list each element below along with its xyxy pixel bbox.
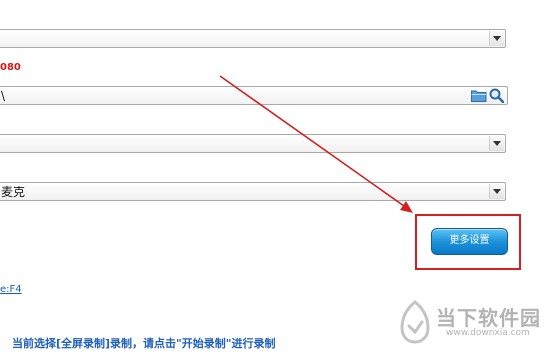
status-message: 当前选择[全屏录制]录制，请点击"开始录制"进行录制 (12, 337, 276, 350)
watermark-url: www.downxia.com (446, 328, 530, 338)
watermark-title: 当下软件园 (436, 306, 541, 330)
watermark: 当下软件园 www.downxia.com (398, 300, 548, 348)
hotkey-link[interactable]: e:F4 (0, 284, 22, 295)
watermark-logo-icon (400, 300, 430, 344)
more-settings-button[interactable]: 更多设置 (431, 228, 508, 255)
